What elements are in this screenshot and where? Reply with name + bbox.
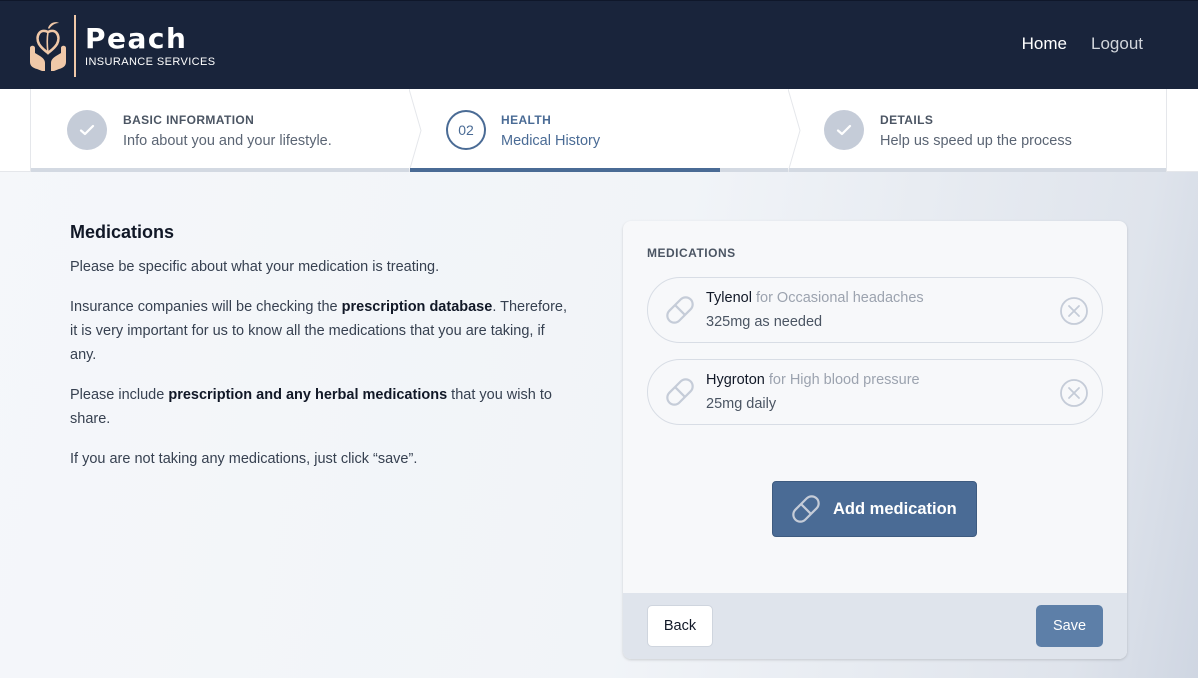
intro-paragraph-1: Please be specific about what your medic… [70,259,440,275]
brand-name: Peach [85,22,188,55]
step-progress-bar-active [410,168,720,172]
intro-paragraph-2: Insurance companies will be checking the… [70,299,568,363]
check-icon [836,124,852,136]
step-title: BASIC INFORMATION [123,113,255,127]
check-icon [79,124,95,136]
remove-medication-icon[interactable] [1059,378,1089,408]
pill-icon [666,378,694,406]
top-navbar: Peach INSURANCE SERVICES Home Logout [0,0,1198,89]
medication-item[interactable]: Hygroton for High blood pressure 25mg da… [647,359,1103,425]
medications-card: MEDICATIONS Tylenol for Occasional heada… [623,221,1127,659]
emphasis-prescription-herbal: prescription and any herbal medications [168,387,448,403]
intro-paragraph-3: Please include prescription and any herb… [70,387,552,427]
brand-subtitle: INSURANCE SERVICES [85,56,216,68]
step-title: HEALTH [501,113,552,127]
step-description: Info about you and your lifestyle. [123,133,332,149]
medications-intro: Medications Please be specific about wha… [70,222,570,487]
add-medication-label: Add medication [833,499,957,518]
progress-stepper: BASIC INFORMATION Info about you and you… [0,89,1198,172]
medication-dose: 325mg as needed [706,314,823,330]
medication-name: Hygroton [706,372,765,388]
medication-reason: for High blood pressure [768,372,920,388]
step-number: 02 [458,122,474,138]
step-number-circle: 02 [446,110,486,150]
step-description: Medical History [501,133,601,149]
nav-logout-link[interactable]: Logout [1091,34,1143,54]
add-medication-button[interactable]: Add medication [772,481,977,537]
step-progress-bar [789,168,1166,172]
logo-text: Peach INSURANCE SERVICES [85,22,216,69]
step-progress-bar [31,168,409,172]
medication-title: Hygroton for High blood pressure [706,372,920,388]
peach-hands-logo-icon [30,22,66,71]
section-heading: Medications [70,222,175,242]
step-complete-circle [824,110,864,150]
step-details[interactable]: DETAILS Help us speed up the process [789,89,1166,172]
medication-dose: 25mg daily [706,396,777,412]
emphasis-prescription-database: prescription database [341,299,493,315]
header-nav: Home Logout [1022,34,1143,54]
medication-item[interactable]: Tylenol for Occasional headaches 325mg a… [647,277,1103,343]
card-footer: Back Save [623,593,1127,659]
nav-home-link[interactable]: Home [1022,34,1067,54]
stepper-right-border [1166,89,1167,172]
medication-reason: for Occasional headaches [755,290,924,306]
intro-paragraph-4: If you are not taking any medications, j… [70,451,418,467]
medication-name: Tylenol [706,290,752,306]
step-health[interactable]: 02 HEALTH Medical History [410,89,788,172]
step-title: DETAILS [880,113,934,127]
card-title: MEDICATIONS [647,246,736,260]
step-description: Help us speed up the process [880,133,1072,149]
logo-divider [74,15,76,77]
save-button[interactable]: Save [1036,605,1103,647]
step-basic-information[interactable]: BASIC INFORMATION Info about you and you… [31,89,409,172]
step-complete-circle [67,110,107,150]
pill-icon [666,296,694,324]
pill-icon [792,495,820,523]
brand-logo[interactable]: Peach INSURANCE SERVICES [28,14,215,78]
back-button[interactable]: Back [647,605,713,647]
remove-medication-icon[interactable] [1059,296,1089,326]
medication-title: Tylenol for Occasional headaches [706,290,924,306]
